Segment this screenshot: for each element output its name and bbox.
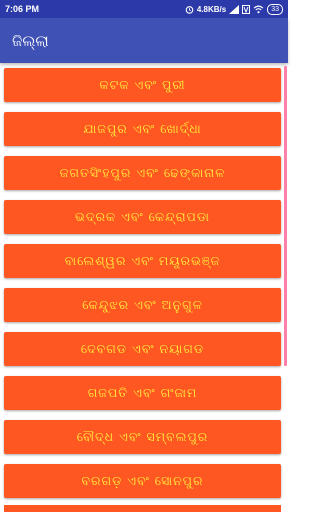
- signal-icon: [229, 4, 240, 14]
- alarm-icon: [185, 5, 194, 14]
- district-item[interactable]: ଦେବଗଡ ଏବଂ ନୟାଗଡ: [4, 332, 281, 366]
- status-time: 7:06 PM: [5, 4, 40, 14]
- status-bar: 7:06 PM 4.8KB/s 33: [0, 0, 288, 18]
- district-item[interactable]: ଯାଜପୁର ଏବଂ ଖୋର୍ଦ୍ଧା: [4, 112, 281, 146]
- district-item[interactable]: ଜଗତସିଂହପୁର ଏବଂ ଢେଙ୍କାନାଳ: [4, 156, 281, 190]
- district-item[interactable]: କଟକ ଏବଂ ପୁରୀ: [4, 68, 281, 102]
- page-title: ଜିଲ୍ଲା: [12, 31, 49, 50]
- battery-icon: 33: [267, 3, 283, 15]
- district-item[interactable]: ବାଲେଶ୍ୱର ଏବଂ ମୟୂରଭଞ୍ଜ: [4, 244, 281, 278]
- wifi-icon: [253, 5, 264, 14]
- volte-icon: [242, 4, 251, 14]
- district-item[interactable]: ଭଦ୍ରକ ଏବଂ କେନ୍ଦ୍ରାପଡା: [4, 200, 281, 234]
- network-speed: 4.8KB/s: [196, 4, 227, 14]
- district-item[interactable]: ଗଜପତି ଏବଂ ଗଂଜାମ: [4, 376, 281, 410]
- next-list-item[interactable]: [4, 505, 281, 512]
- status-icons: 4.8KB/s 33: [185, 3, 283, 15]
- district-item[interactable]: ବରଗଡ଼ ଏବଂ ସୋନପୁର: [4, 464, 281, 498]
- scrollbar[interactable]: [284, 66, 287, 366]
- district-item[interactable]: ବୌଦ୍ଧ ଏବଂ ସମ୍ବଲପୁର: [4, 420, 281, 454]
- district-list: କଟକ ଏବଂ ପୁରୀ ଯାଜପୁର ଏବଂ ଖୋର୍ଦ୍ଧା ଜଗତସିଂହ…: [4, 68, 281, 508]
- district-item[interactable]: କେନ୍ଦୁଝର ଏବଂ ଅନୁଗୁଳ: [4, 288, 281, 322]
- app-bar: ଜିଲ୍ଲା: [0, 18, 288, 63]
